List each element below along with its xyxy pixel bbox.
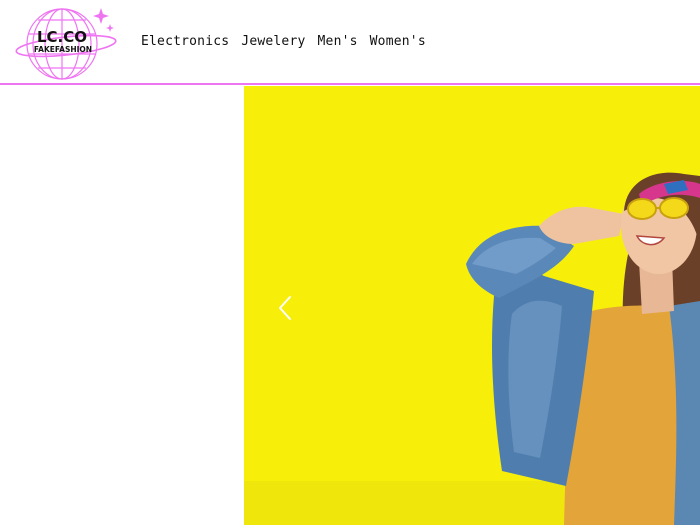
nav-item-womens[interactable]: Women's <box>370 33 426 51</box>
nav-item-jewelery[interactable]: Jewelery <box>241 33 305 51</box>
carousel-prev-button[interactable] <box>272 291 298 325</box>
svg-text:LC.CO: LC.CO <box>37 28 87 46</box>
left-blank-pane <box>0 86 244 525</box>
hero-carousel <box>244 86 700 525</box>
main-nav: Electronics Jewelery Men's Women's <box>141 33 426 51</box>
nav-item-mens[interactable]: Men's <box>318 33 358 51</box>
svg-text:FAKEFASHION: FAKEFASHION <box>34 45 92 54</box>
chevron-left-icon <box>279 296 291 320</box>
site-header: LC.CO FAKEFASHION Electronics Jewelery M… <box>0 0 700 85</box>
globe-logo-icon: LC.CO FAKEFASHION <box>15 8 117 80</box>
nav-item-electronics[interactable]: Electronics <box>141 33 229 51</box>
brand-logo[interactable]: LC.CO FAKEFASHION <box>14 4 118 82</box>
hero-image <box>244 86 700 525</box>
